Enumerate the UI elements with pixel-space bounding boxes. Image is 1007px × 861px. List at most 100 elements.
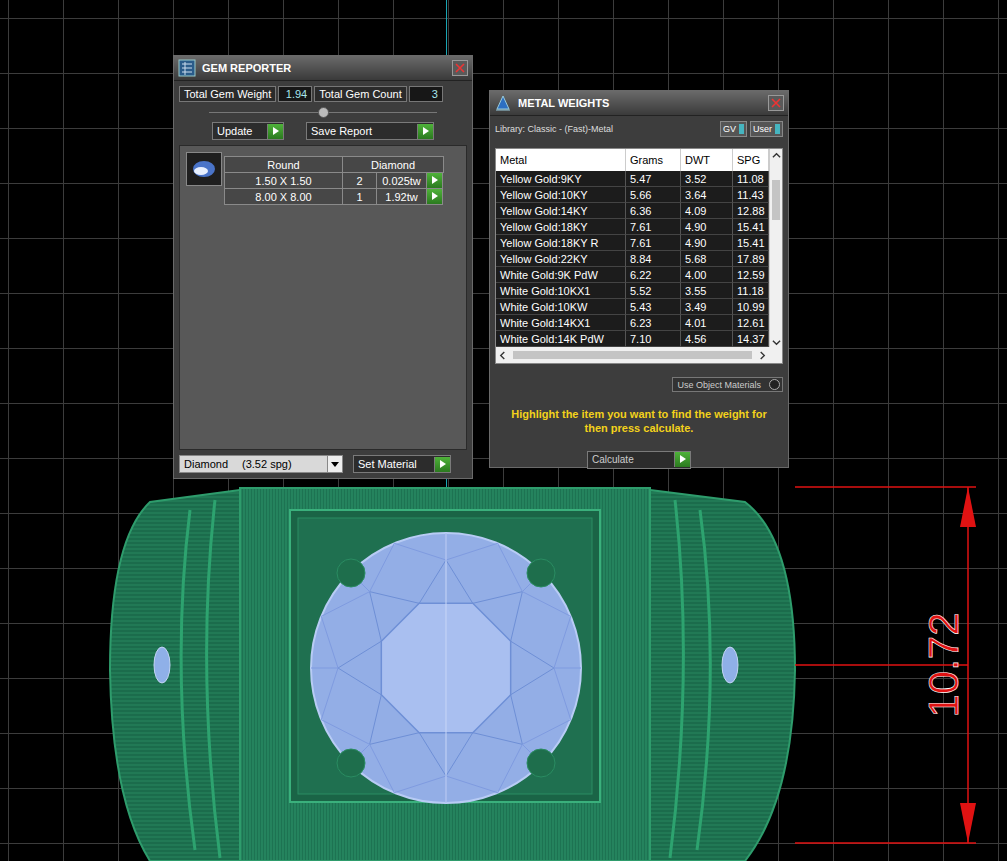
metal-name[interactable]: White Gold:14KX1: [496, 315, 626, 331]
summary-label: Total Gem Weight: [179, 86, 276, 102]
material-dropdown[interactable]: Diamond(3.52 spg): [179, 455, 343, 473]
metal-value[interactable]: 15.41: [733, 235, 769, 251]
metal-name[interactable]: Yellow Gold:14KY: [496, 203, 626, 219]
material-row: Diamond(3.52 spg) Set Material: [179, 455, 467, 473]
report-icon: [178, 59, 196, 77]
metal-table: MetalGramsDWTSPGYellow Gold:9KY5.473.521…: [495, 148, 783, 364]
metal-value[interactable]: 8.84: [626, 251, 681, 267]
metal-value[interactable]: 3.55: [681, 283, 733, 299]
viewport[interactable]: 10.72GEM REPORTERTotal Gem Weight1.94Tot…: [0, 0, 1007, 861]
close-icon[interactable]: [768, 95, 784, 111]
metal-value[interactable]: 12.59: [733, 267, 769, 283]
metal-value[interactable]: 12.61: [733, 315, 769, 331]
library-toggle[interactable]: User: [750, 121, 783, 137]
prong: [527, 559, 555, 587]
metal-value[interactable]: 6.23: [626, 315, 681, 331]
metal-value[interactable]: 4.00: [681, 267, 733, 283]
metal-value[interactable]: 15.41: [733, 219, 769, 235]
horizontal-scrollbar[interactable]: [496, 347, 769, 363]
summary-value: 3: [409, 86, 443, 102]
metal-name[interactable]: White Gold:10KX1: [496, 283, 626, 299]
gem-count: 2: [342, 172, 377, 189]
gem-size: 1.50 X 1.50: [224, 172, 343, 189]
metal-value[interactable]: 7.10: [626, 331, 681, 347]
calculate-button[interactable]: Calculate: [587, 451, 691, 469]
metal-value[interactable]: 7.61: [626, 219, 681, 235]
metal-value[interactable]: 5.47: [626, 171, 681, 187]
metal-value[interactable]: 6.22: [626, 267, 681, 283]
ring-top: [240, 488, 650, 861]
metal-value[interactable]: 7.61: [626, 235, 681, 251]
close-icon[interactable]: [452, 60, 468, 76]
arrow-icon: [267, 124, 283, 139]
metal-value[interactable]: 10.99: [733, 299, 769, 315]
down-icon[interactable]: [772, 338, 781, 347]
metal-value[interactable]: 12.88: [733, 203, 769, 219]
column-header[interactable]: Metal: [496, 149, 626, 171]
title-bar[interactable]: GEM REPORTER: [174, 56, 472, 81]
metal-value[interactable]: 3.52: [681, 171, 733, 187]
metal-value[interactable]: 5.68: [681, 251, 733, 267]
ring-model[interactable]: 10.72: [0, 480, 1007, 861]
action-button[interactable]: Update: [212, 122, 284, 140]
side-diamond: [722, 647, 738, 683]
metal-value[interactable]: 11.18: [733, 283, 769, 299]
ring-shank-right: [650, 490, 795, 861]
left-icon[interactable]: [498, 351, 507, 360]
row-arrow-button[interactable]: [426, 188, 443, 205]
vertical-scrollbar[interactable]: [769, 149, 782, 347]
library-row: Library: Classic - (Fast)-MetalGVUser: [495, 121, 783, 137]
bezel: [290, 510, 600, 802]
gem-weight: 0.025tw: [376, 172, 427, 189]
metal-value[interactable]: 4.09: [681, 203, 733, 219]
column-header[interactable]: DWT: [681, 149, 733, 171]
row-arrow-button[interactable]: [426, 172, 443, 189]
gem-size: 8.00 X 8.00: [224, 188, 343, 205]
library-toggle[interactable]: GV: [720, 121, 747, 137]
center-diamond: [311, 533, 581, 803]
use-object-materials[interactable]: Use Object Materials: [672, 377, 783, 392]
metal-name[interactable]: Yellow Gold:18KY: [496, 219, 626, 235]
splitter-knob[interactable]: [318, 107, 329, 118]
splitter[interactable]: [179, 107, 467, 117]
metal-weights-window[interactable]: METAL WEIGHTS Library: Classic - (Fast)-M…: [489, 90, 789, 468]
prong: [527, 749, 555, 777]
metal-value[interactable]: 14.37: [733, 331, 769, 347]
window-title: GEM REPORTER: [202, 62, 446, 74]
metal-name[interactable]: Yellow Gold:18KY R: [496, 235, 626, 251]
gem-icon: [186, 152, 222, 186]
action-button[interactable]: Save Report: [306, 122, 434, 140]
metal-value[interactable]: 4.56: [681, 331, 733, 347]
metal-name[interactable]: Yellow Gold:10KY: [496, 187, 626, 203]
set-material-button[interactable]: Set Material: [353, 455, 451, 473]
metal-name[interactable]: White Gold:10KW: [496, 299, 626, 315]
metal-value[interactable]: 5.66: [626, 187, 681, 203]
column-header[interactable]: Grams: [626, 149, 681, 171]
right-icon[interactable]: [758, 351, 767, 360]
metal-value[interactable]: 3.64: [681, 187, 733, 203]
column-header: Diamond: [342, 156, 444, 173]
metal-value[interactable]: 4.01: [681, 315, 733, 331]
metal-name[interactable]: Yellow Gold:9KY: [496, 171, 626, 187]
metal-value[interactable]: 6.36: [626, 203, 681, 219]
metal-value[interactable]: 11.43: [733, 187, 769, 203]
metal-value[interactable]: 5.52: [626, 283, 681, 299]
metal-value[interactable]: 3.49: [681, 299, 733, 315]
up-icon[interactable]: [772, 151, 781, 160]
arrow-icon: [417, 124, 433, 139]
gem-weight: 1.92tw: [376, 188, 427, 205]
metal-value[interactable]: 11.08: [733, 171, 769, 187]
gem-reporter-window[interactable]: GEM REPORTERTotal Gem Weight1.94Total Ge…: [173, 55, 473, 479]
metal-name[interactable]: White Gold:9K PdW: [496, 267, 626, 283]
metal-value[interactable]: 17.89: [733, 251, 769, 267]
column-header[interactable]: SPG: [733, 149, 769, 171]
metal-value[interactable]: 4.90: [681, 235, 733, 251]
metal-name[interactable]: White Gold:14K PdW: [496, 331, 626, 347]
gem-list: RoundDiamond1.50 X 1.5020.025tw8.00 X 8.…: [179, 145, 467, 450]
metal-value[interactable]: 4.90: [681, 219, 733, 235]
metal-value[interactable]: 5.43: [626, 299, 681, 315]
title-bar[interactable]: METAL WEIGHTS: [490, 91, 788, 116]
metal-name[interactable]: Yellow Gold:22KY: [496, 251, 626, 267]
window-title: METAL WEIGHTS: [518, 97, 762, 109]
arrow-icon: [674, 452, 690, 467]
